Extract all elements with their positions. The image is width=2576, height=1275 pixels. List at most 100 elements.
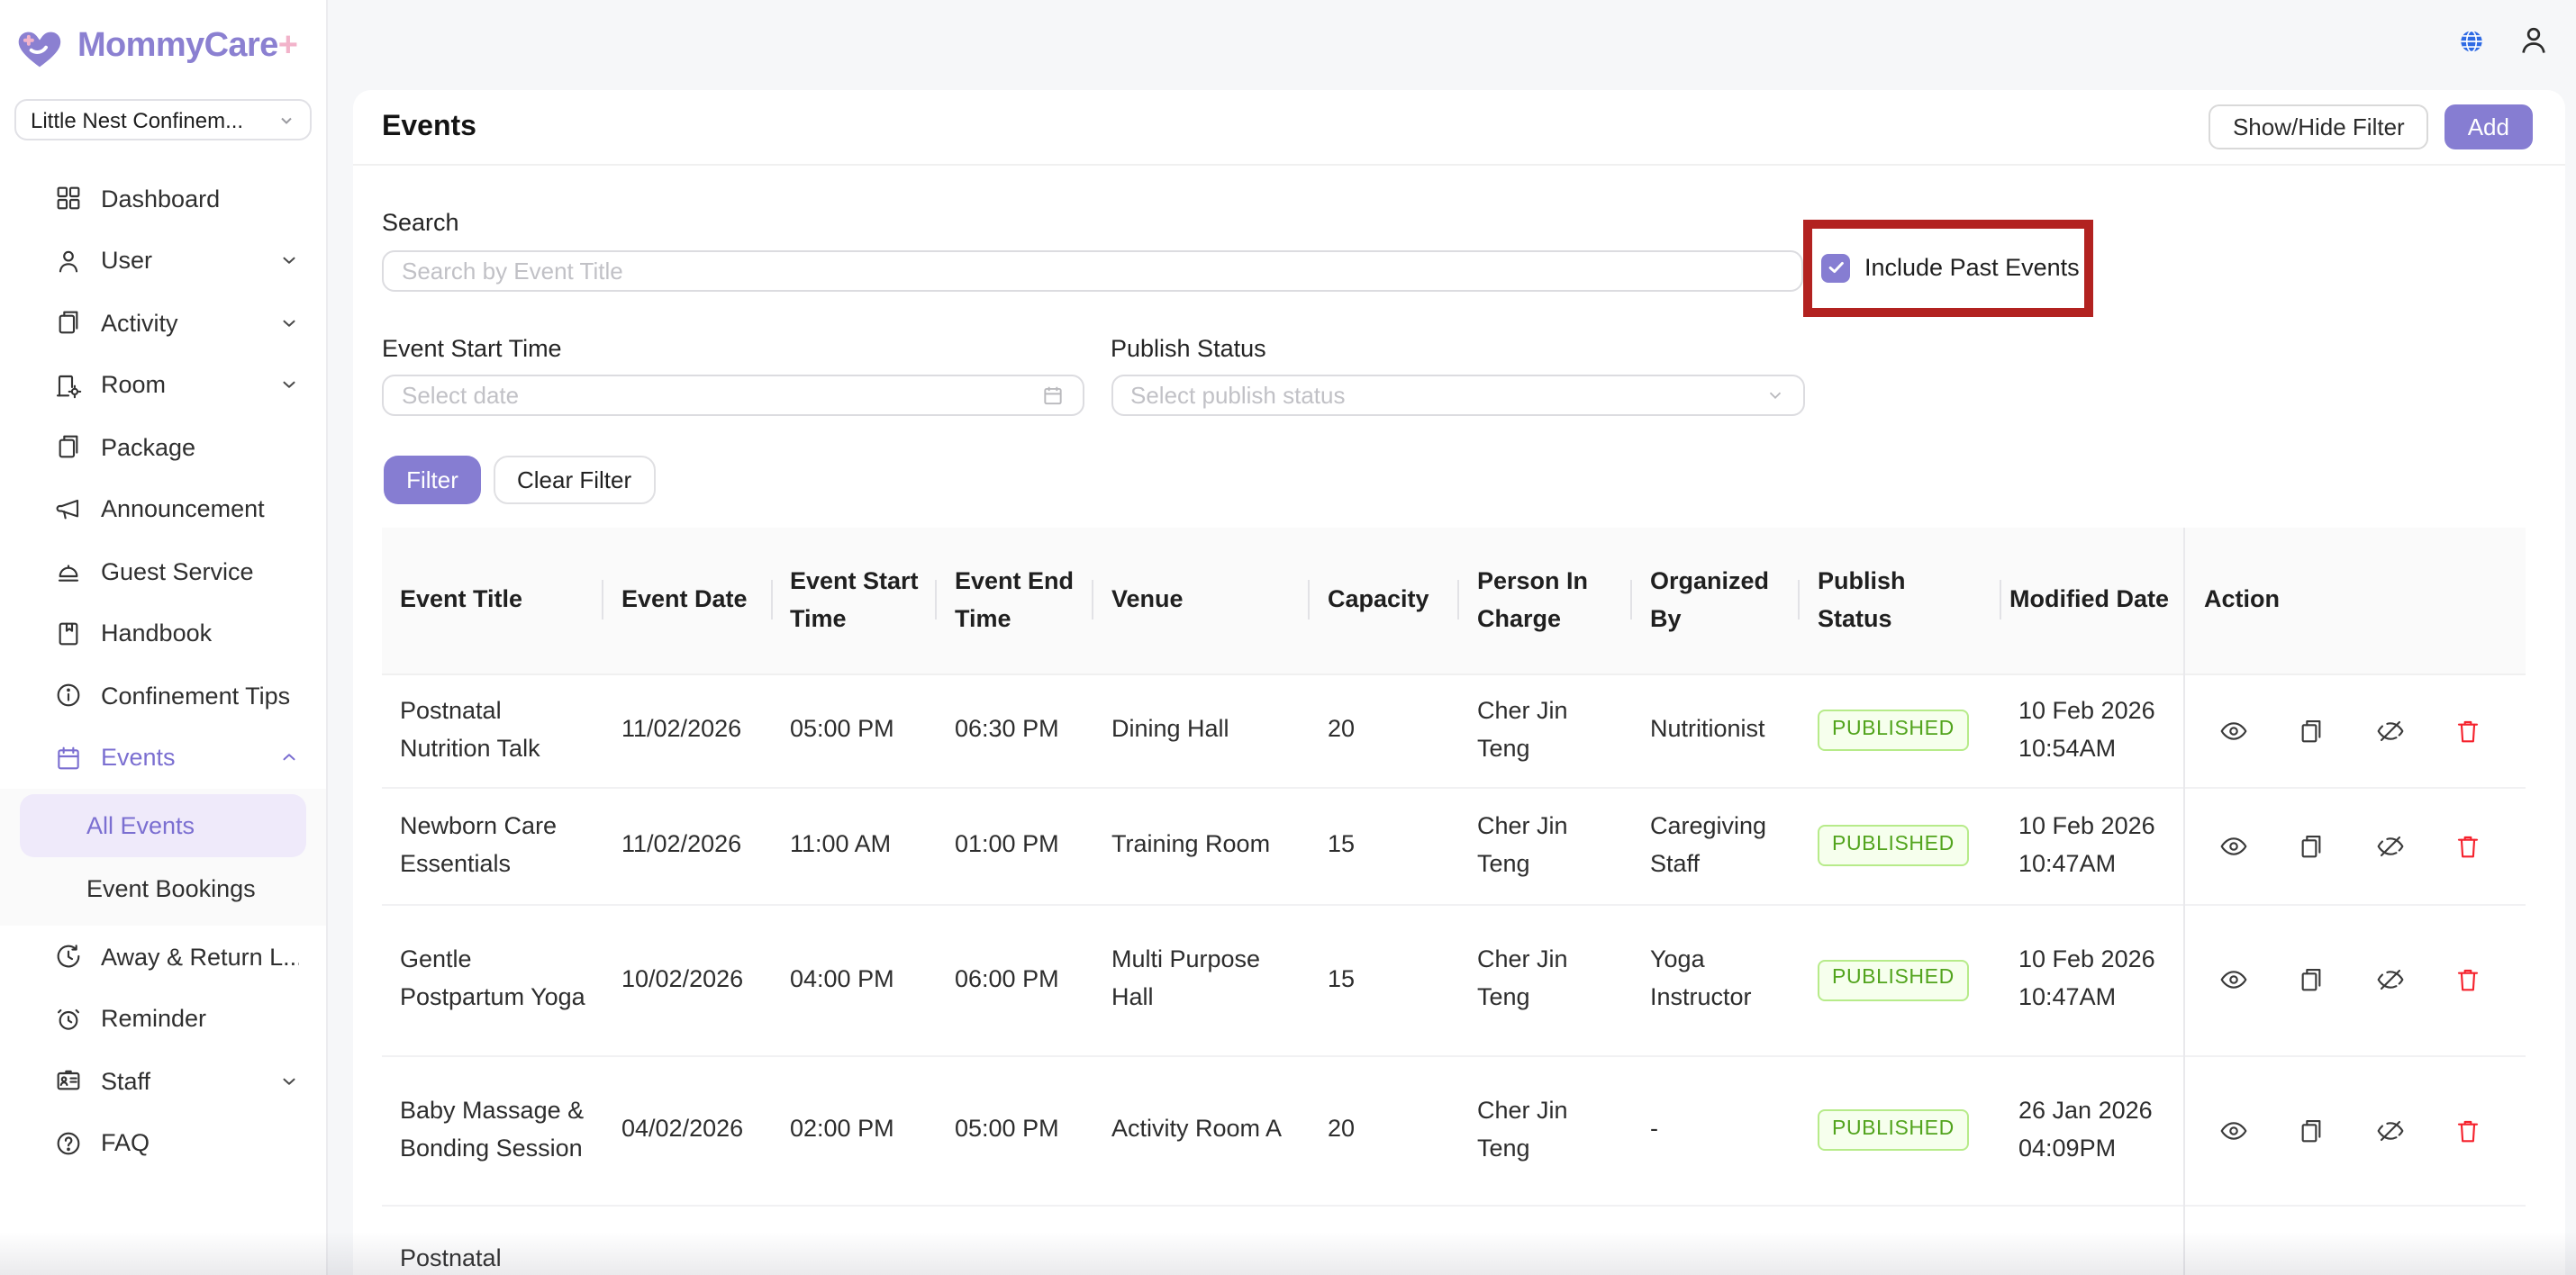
unpublish-icon[interactable]: [2375, 1116, 2404, 1144]
cell-status: PUBLISHED: [1800, 1055, 2000, 1205]
event-start-time-picker[interactable]: Select date: [382, 374, 1084, 416]
sidebar-nav: Dashboard User Activity Room Package Announce…: [0, 167, 326, 1174]
duplicate-icon[interactable]: [2297, 965, 2326, 994]
sidebar-item-package[interactable]: Package: [0, 416, 326, 478]
sidebar-item-announcement[interactable]: Announcement: [0, 478, 326, 540]
cell-start: 11:00 AM: [772, 787, 937, 904]
cell-organizer: Nutritionist: [1632, 674, 1800, 787]
sidebar-item-label: Activity: [101, 310, 279, 337]
sidebar-item-reminder[interactable]: Reminder: [0, 988, 326, 1050]
cell-venue: Dining Hall: [1093, 674, 1310, 787]
cell-capacity: [1310, 1205, 1459, 1275]
include-past-events-checkbox[interactable]: [1821, 253, 1850, 282]
column-header-venue: Venue: [1093, 528, 1310, 674]
chevron-up-icon: [279, 748, 299, 768]
guest-service-icon: [54, 557, 83, 586]
heart-logo-icon: [14, 23, 65, 70]
search-input[interactable]: [402, 257, 1783, 284]
cell-status: PUBLISHED: [1800, 787, 2000, 904]
sidebar-subitem-all-events[interactable]: All Events: [20, 794, 306, 857]
publish-status-badge: PUBLISHED: [1818, 826, 1969, 867]
delete-icon[interactable]: [2454, 716, 2482, 745]
sidebar-item-label: Dashboard: [101, 185, 299, 212]
column-header-organizer: Organized By: [1632, 528, 1800, 674]
cell-organizer: -: [1632, 1055, 1800, 1205]
cell-start: 02:00 PM: [772, 1055, 937, 1205]
column-header-modified: Modified Date: [2000, 528, 2182, 674]
cell-pic: Cher Jin Teng: [1459, 787, 1632, 904]
view-icon[interactable]: [2218, 965, 2247, 994]
duplicate-icon[interactable]: [2297, 716, 2326, 745]
view-icon[interactable]: [2218, 831, 2247, 860]
confinement-tips-icon: [54, 682, 83, 710]
cell-capacity: 15: [1310, 787, 1459, 904]
cell-organizer: Caregiving Staff: [1632, 787, 1800, 904]
column-header-action: Action: [2182, 528, 2526, 674]
chevron-down-icon: [279, 1072, 299, 1091]
clear-filter-button[interactable]: Clear Filter: [494, 456, 655, 504]
cell-status: PUBLISHED: [1800, 904, 2000, 1055]
property-selector[interactable]: Little Nest Confinem...: [14, 99, 312, 140]
sidebar-item-guest-service[interactable]: Guest Service: [0, 540, 326, 602]
sidebar-item-room[interactable]: Room: [0, 354, 326, 416]
duplicate-icon[interactable]: [2297, 831, 2326, 860]
globe-icon[interactable]: [2459, 28, 2484, 53]
chevron-down-icon: [279, 375, 299, 395]
cell-modified: 10 Feb 2026 10:47AM: [2000, 787, 2182, 904]
view-icon[interactable]: [2218, 716, 2247, 745]
publish-status-label: Publish Status: [1111, 335, 1266, 362]
sidebar-item-activity[interactable]: Activity: [0, 292, 326, 354]
sidebar-item-handbook[interactable]: Handbook: [0, 602, 326, 665]
view-icon[interactable]: [2218, 1116, 2247, 1144]
column-header-end: Event End Time: [937, 528, 1093, 674]
unpublish-icon[interactable]: [2375, 716, 2404, 745]
sidebar-item-label: Package: [101, 434, 299, 461]
delete-icon[interactable]: [2454, 831, 2482, 860]
cell-modified: 26 Jan 2026 04:09PM: [2000, 1055, 2182, 1205]
sidebar: MommyCare+ Little Nest Confinem... Dashb…: [0, 0, 328, 1275]
table-row: Gentle Postpartum Yoga10/02/202604:00 PM…: [382, 904, 2526, 1055]
property-selector-value: Little Nest Confinem...: [31, 107, 243, 132]
add-button[interactable]: Add: [2444, 104, 2533, 149]
publish-status-badge: PUBLISHED: [1818, 710, 1969, 752]
cell-venue: Multi Purpose Hall: [1093, 904, 1310, 1055]
cell-title: Postnatal: [382, 1205, 603, 1275]
sidebar-item-staff[interactable]: Staff: [0, 1050, 326, 1112]
unpublish-icon[interactable]: [2375, 831, 2404, 860]
events-table: Event TitleEvent DateEvent Start TimeEve…: [382, 528, 2526, 1275]
sidebar-item-confinement-tips[interactable]: Confinement Tips: [0, 665, 326, 727]
delete-icon[interactable]: [2454, 1116, 2482, 1144]
sidebar-item-away-return-l[interactable]: Away & Return L...: [0, 926, 326, 988]
user-avatar-icon[interactable]: [2517, 23, 2551, 58]
date-placeholder: Select date: [402, 382, 519, 409]
sidebar-item-user[interactable]: User: [0, 230, 326, 292]
sidebar-item-dashboard[interactable]: Dashboard: [0, 167, 326, 230]
duplicate-icon[interactable]: [2297, 1116, 2326, 1144]
cell-venue: [1093, 1205, 1310, 1275]
sidebar-item-events[interactable]: Events: [0, 727, 326, 789]
cell-title: Newborn Care Essentials: [382, 787, 603, 904]
handbook-icon: [54, 619, 83, 648]
publish-status-badge: PUBLISHED: [1818, 960, 1969, 1001]
staff-icon: [54, 1067, 83, 1096]
cell-pic: Cher Jin Teng: [1459, 674, 1632, 787]
cell-capacity: 20: [1310, 674, 1459, 787]
cell-action: [2182, 1055, 2526, 1205]
cell-title: Gentle Postpartum Yoga: [382, 904, 603, 1055]
show-hide-filter-button[interactable]: Show/Hide Filter: [2209, 104, 2428, 149]
sidebar-item-faq[interactable]: FAQ: [0, 1112, 326, 1174]
publish-status-select[interactable]: Select publish status: [1111, 374, 1804, 416]
cell-capacity: 15: [1310, 904, 1459, 1055]
events-page-card: Events Show/Hide Filter Add Search Inclu…: [353, 90, 2565, 1275]
table-row: Postnatal Nutrition Talk11/02/202605:00 …: [382, 674, 2526, 787]
sidebar-item-label: FAQ: [101, 1130, 299, 1157]
calendar-icon: [1040, 384, 1064, 407]
cell-date: 11/02/2026: [603, 787, 772, 904]
unpublish-icon[interactable]: [2375, 965, 2404, 994]
sidebar-item-label: Announcement: [101, 496, 299, 523]
user-icon: [54, 247, 83, 276]
sidebar-item-label: Away & Return L...: [101, 944, 299, 971]
filter-button[interactable]: Filter: [384, 456, 481, 504]
delete-icon[interactable]: [2454, 965, 2482, 994]
sidebar-subitem-event-bookings[interactable]: Event Bookings: [20, 857, 306, 920]
